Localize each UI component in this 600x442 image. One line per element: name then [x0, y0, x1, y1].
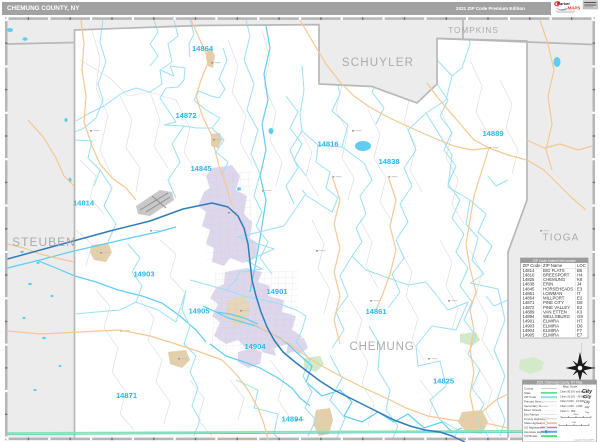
- svg-text:14872: 14872: [175, 111, 196, 120]
- svg-text:14825: 14825: [433, 377, 455, 386]
- svg-text:KM: KM: [572, 422, 575, 424]
- svg-text:14905: 14905: [523, 333, 536, 338]
- svg-text:14894: 14894: [281, 415, 303, 424]
- svg-text:Cities 1 - 999: Cities 1 - 999: [560, 409, 576, 413]
- svg-text:City: City: [585, 405, 590, 409]
- svg-text:Map Scale: Map Scale: [563, 385, 578, 389]
- svg-text:14864: 14864: [192, 44, 214, 53]
- svg-text:Cities 1,000 - 4,999: Cities 1,000 - 4,999: [560, 404, 583, 408]
- svg-text:14903: 14903: [133, 270, 154, 279]
- svg-text:STEUBEN: STEUBEN: [12, 235, 76, 249]
- svg-text:14901: 14901: [266, 287, 288, 296]
- svg-text:14845: 14845: [190, 164, 212, 173]
- svg-text:14861: 14861: [365, 307, 387, 316]
- svg-text:14814: 14814: [73, 199, 95, 208]
- svg-text:Cities 5,000 - 24,999: Cities 5,000 - 24,999: [560, 399, 584, 403]
- svg-text:TOMPKINS: TOMPKINS: [448, 26, 499, 35]
- svg-text:14904: 14904: [244, 342, 266, 351]
- svg-text:ELMIRA: ELMIRA: [543, 333, 559, 338]
- svg-text:14838: 14838: [378, 157, 399, 166]
- svg-text:TIOGA: TIOGA: [542, 233, 579, 244]
- svg-text:Copyright MarketMAPS: Copyright MarketMAPS: [574, 439, 596, 442]
- svg-text:ZIP Code: ZIP Code: [524, 395, 537, 399]
- svg-text:City: City: [583, 394, 592, 399]
- svg-text:14905: 14905: [188, 307, 210, 316]
- svg-text:SCHUYLER: SCHUYLER: [342, 57, 414, 69]
- svg-text:14871: 14871: [116, 391, 138, 400]
- svg-text:City: City: [584, 400, 590, 404]
- svg-text:Toll Roads: Toll Roads: [524, 434, 538, 438]
- svg-text:ZIP Code Index/Grid Locator: ZIP Code Index/Grid Locator: [533, 259, 577, 263]
- svg-text:E7: E7: [577, 333, 583, 338]
- svg-text:CHEMUNG: CHEMUNG: [349, 341, 414, 353]
- svg-text:Miles: Miles: [573, 414, 579, 416]
- svg-text:14816: 14816: [317, 140, 338, 149]
- svg-text:14889: 14889: [482, 129, 503, 138]
